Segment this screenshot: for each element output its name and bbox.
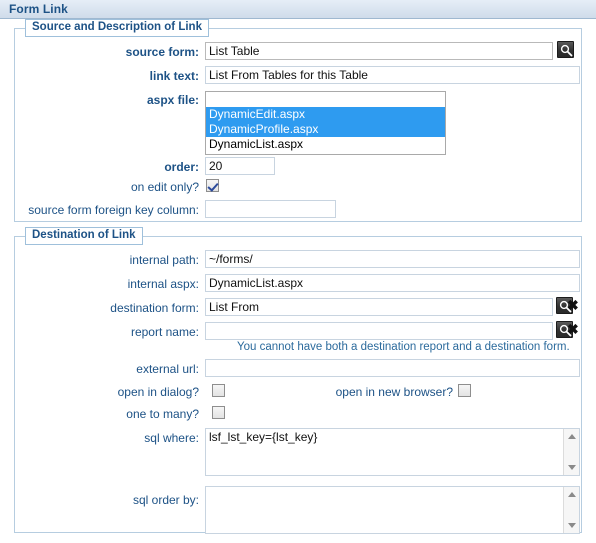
list-item[interactable] [206,92,445,107]
page-title: Form Link [9,2,68,16]
destination-fieldset-legend: Destination of Link [25,227,143,245]
source-form-input[interactable] [205,42,553,60]
list-item[interactable]: DynamicEdit.aspx [206,107,445,122]
sql-order-by-label: sql order by: [132,493,199,507]
external-url-label: external url: [136,362,199,376]
destination-form-input[interactable] [205,298,553,316]
list-item[interactable]: DynamicProfile.aspx [206,122,445,137]
source-form-foreign-key-label: source form foreign key column: [28,203,199,217]
one-to-many-checkbox[interactable] [212,406,225,419]
clear-report-name-icon[interactable]: ✖ [567,322,579,336]
source-and-description-fieldset: Source and Description of Link source fo… [14,19,582,222]
sql-where-textarea[interactable] [205,428,580,476]
internal-path-input[interactable] [205,250,580,268]
list-item[interactable]: DynamicList.aspx [206,137,445,152]
search-icon[interactable] [557,41,574,58]
clear-destination-form-icon[interactable]: ✖ [567,298,579,312]
external-url-input[interactable] [205,359,580,377]
sql-order-by-textarea[interactable] [205,486,580,534]
source-form-foreign-key-input[interactable] [205,200,336,218]
aspx-file-listbox[interactable]: DynamicEdit.aspx DynamicProfile.aspx Dyn… [205,91,446,155]
order-label: order: [164,160,199,174]
destination-of-link-fieldset: Destination of Link internal path: inter… [14,227,582,534]
report-name-input[interactable] [205,322,553,340]
window-titlebar: Form Link [0,0,596,19]
link-text-input[interactable] [205,66,580,84]
destination-conflict-hint: You cannot have both a destination repor… [237,341,570,353]
source-fieldset-legend: Source and Description of Link [25,19,209,37]
link-text-label: link text: [149,69,199,83]
open-in-new-browser-label: open in new browser? [335,385,453,399]
internal-aspx-label: internal aspx: [127,277,199,291]
internal-path-label: internal path: [129,253,199,267]
open-in-dialog-checkbox[interactable] [212,384,225,397]
aspx-file-label: aspx file: [146,93,199,107]
source-form-label: source form: [125,45,199,59]
one-to-many-label: one to many? [126,407,199,421]
open-in-new-browser-checkbox[interactable] [458,384,471,397]
search-glyph [560,44,573,57]
report-name-label: report name: [130,325,199,339]
internal-aspx-input[interactable] [205,274,580,292]
open-in-dialog-label: open in dialog? [117,385,199,399]
on-edit-only-label: on edit only? [130,180,199,194]
destination-form-label: destination form: [110,301,199,315]
order-input[interactable] [205,157,275,175]
on-edit-only-checkbox[interactable] [206,179,219,192]
sql-where-label: sql where: [144,431,199,445]
